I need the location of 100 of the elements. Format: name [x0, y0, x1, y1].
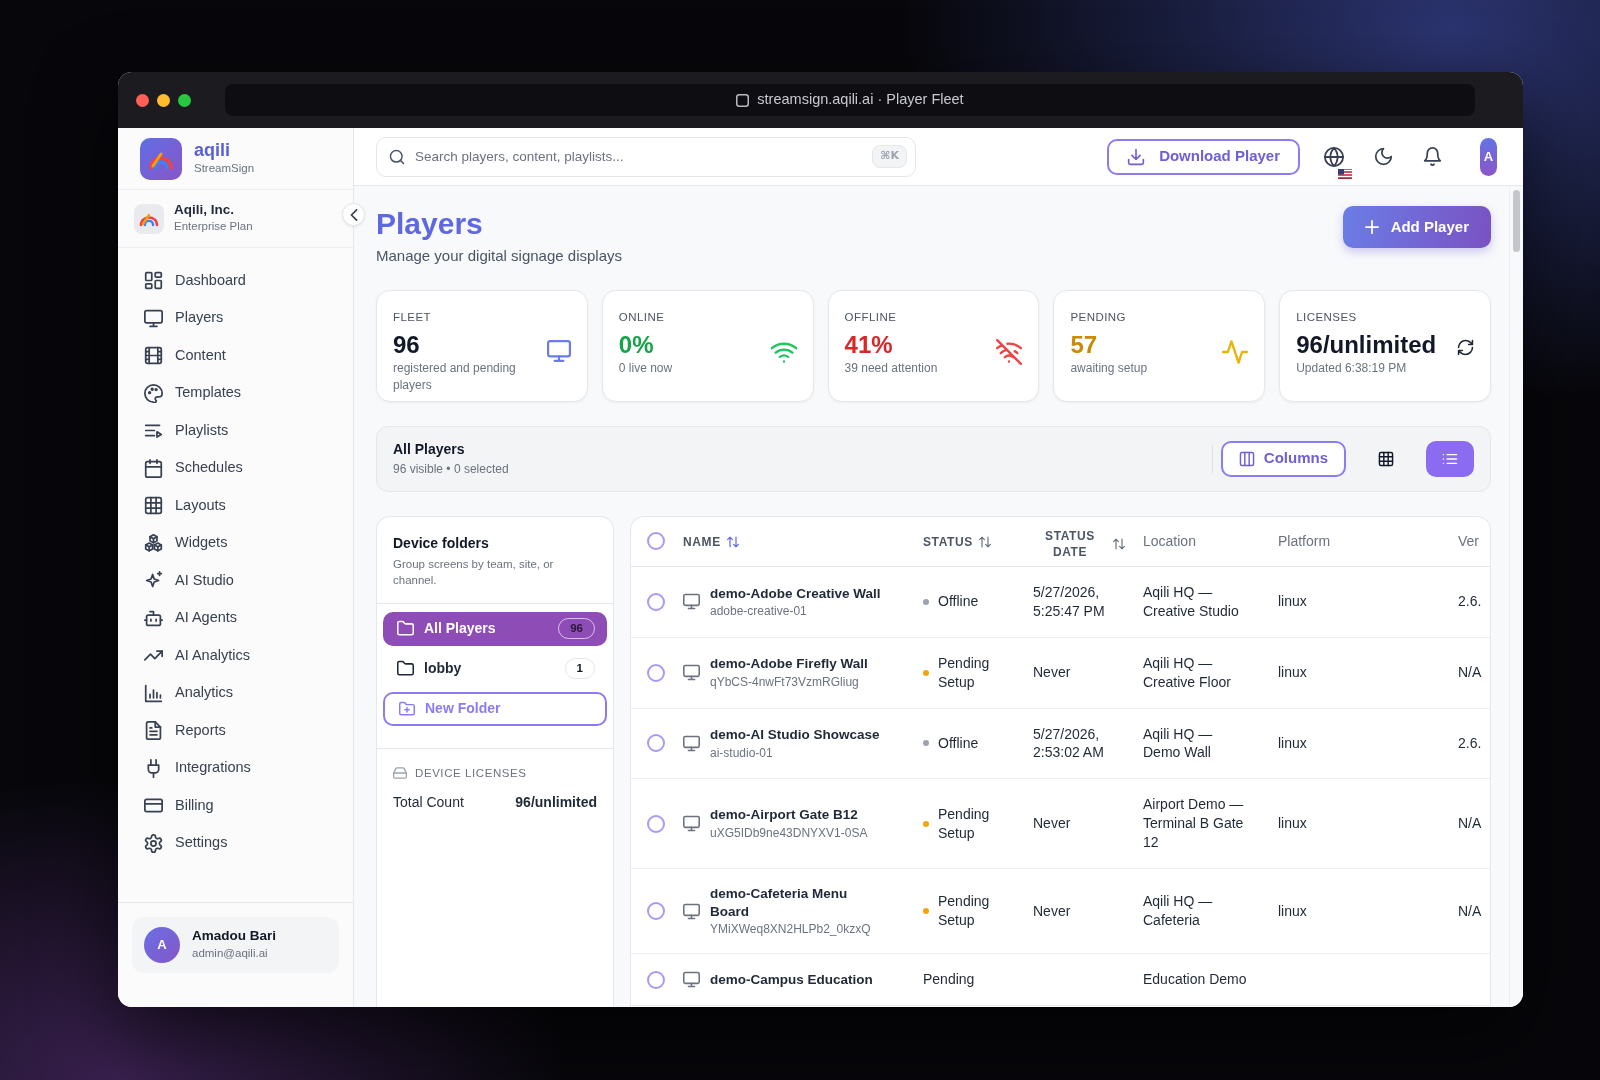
row-checkbox[interactable]	[647, 663, 665, 682]
folder-plus-icon	[399, 700, 415, 717]
location-text: Aqili HQ — Creative Studio	[1143, 583, 1240, 621]
calendar-icon	[144, 458, 163, 478]
location-text: Aqili HQ — Demo Wall	[1143, 724, 1214, 763]
bar-chart-icon	[144, 683, 163, 703]
sidebar-item[interactable]: Content	[130, 337, 341, 375]
stat-label: ONLINE	[618, 309, 666, 325]
player-name[interactable]: demo-AI Studio Showcase	[710, 726, 886, 744]
row-checkbox[interactable]	[647, 592, 665, 611]
download-button[interactable]: Download Player	[1107, 138, 1300, 175]
player-name[interactable]: demo-Campus Education	[710, 970, 886, 989]
player-name[interactable]: demo-Adobe Firefly Wall	[710, 655, 886, 673]
row-checkbox[interactable]	[647, 734, 665, 753]
sidebar-item[interactable]: Players	[130, 299, 341, 337]
sidebar-item[interactable]: AI Studio	[130, 562, 341, 600]
sidebar-item[interactable]: Dashboard	[130, 262, 341, 300]
close-dot-icon[interactable]	[136, 93, 149, 107]
column-header[interactable]: NAME	[683, 534, 739, 551]
monitor-icon	[683, 971, 700, 989]
status-text: Pending	[923, 970, 975, 990]
platform-text: linux	[1278, 814, 1307, 834]
sidebar-item[interactable]: Playlists	[130, 412, 341, 450]
platform-text: linux	[1278, 734, 1307, 753]
player-name[interactable]: demo-Airport Gate B12	[710, 806, 886, 824]
sidebar-item[interactable]: Billing	[130, 787, 341, 825]
panel-description: Group screens by team, site, or channel.	[393, 556, 555, 589]
column-header: Location	[1143, 532, 1196, 552]
scrollbar-thumb[interactable]	[1513, 190, 1520, 252]
row-checkbox[interactable]	[647, 814, 665, 833]
row-checkbox[interactable]	[647, 970, 665, 989]
select-all-checkbox[interactable]	[647, 532, 665, 551]
location-text: Airport Demo — Terminal B Gate 12	[1143, 795, 1245, 852]
stat-value: 41%	[844, 329, 894, 360]
player-name[interactable]: demo-Cafeteria Menu Board	[710, 885, 886, 921]
monitor-icon	[546, 338, 571, 363]
settings-icon	[144, 833, 163, 853]
folder-item[interactable]: lobby 1	[383, 651, 607, 686]
stat-caption: awaiting setup	[1070, 359, 1149, 377]
status-text: Offline	[938, 734, 979, 753]
column-header[interactable]: STATUS	[923, 534, 991, 551]
sidebar-item[interactable]: Widgets	[130, 524, 341, 562]
playlist-icon	[144, 421, 163, 441]
sidebar-item[interactable]: Layouts	[130, 487, 341, 525]
user-card[interactable]: A Amadou Bari admin@aqili.ai	[132, 917, 339, 973]
sidebar-item[interactable]: Integrations	[130, 749, 341, 787]
folder-count: 1	[564, 658, 595, 680]
hard-drive-icon	[393, 766, 407, 781]
sidebar-item[interactable]: Schedules	[130, 449, 341, 487]
player-id: ai-studio-01	[710, 744, 774, 761]
monitor-icon	[144, 308, 163, 328]
add-player-button[interactable]: Add Player	[1342, 206, 1491, 248]
license-value: 96/unlimited	[515, 793, 597, 813]
sidebar-item[interactable]: Reports	[130, 712, 341, 750]
grid-icon	[144, 496, 163, 516]
film-icon	[144, 346, 163, 366]
minimize-dot-icon[interactable]	[157, 93, 170, 107]
pulse-icon	[1222, 338, 1249, 365]
user-name: Amadou Bari	[192, 927, 276, 945]
monitor-icon	[683, 902, 700, 920]
folder-icon	[397, 620, 414, 638]
row-checkbox[interactable]	[647, 902, 665, 921]
column-header[interactable]: STATUS DATE	[1033, 527, 1125, 560]
search-input[interactable]: Search players, content, playlists...	[415, 141, 863, 172]
stat-caption: 39 need attention	[844, 359, 939, 377]
window-title: streamsign.aqili.ai · Player Fleet	[757, 90, 964, 110]
user-email: admin@aqili.ai	[192, 945, 269, 961]
monitor-icon	[683, 734, 700, 752]
player-name[interactable]: demo-Adobe Creative Wall	[710, 584, 886, 603]
user-avatar[interactable]: A	[1480, 137, 1497, 176]
monitor-icon	[683, 664, 700, 682]
status-date: 5/27/2026, 5:25:47 PM	[1033, 583, 1106, 621]
organization-logo-icon	[134, 203, 164, 234]
list-view-button[interactable]	[1426, 440, 1474, 477]
player-id: uXG5IDb9ne43DNYXV1-0SA	[710, 824, 869, 842]
maximize-dot-icon[interactable]	[178, 93, 191, 107]
columns-button[interactable]: Columns	[1220, 440, 1346, 477]
stat-caption: 0 live now	[618, 359, 674, 377]
address-bar[interactable]: streamsign.aqili.ai · Player Fleet	[225, 84, 1475, 116]
section-title: DEVICE LICENSES	[415, 765, 527, 781]
page-title: Players	[376, 206, 484, 242]
brand-name: aqili	[194, 139, 231, 161]
cubes-icon	[144, 533, 163, 553]
sidebar-item[interactable]: Templates	[130, 374, 341, 412]
stat-value: 96/unlimited	[1296, 329, 1438, 360]
stat-caption: registered and pending players	[393, 359, 517, 394]
status-date: Never	[1033, 663, 1072, 683]
folder-item[interactable]: All Players 96	[383, 611, 607, 646]
globe-icon[interactable]	[1324, 146, 1344, 167]
sidebar-item[interactable]: Analytics	[130, 674, 341, 712]
location-text: Aqili HQ — Creative Floor	[1143, 653, 1232, 692]
bell-icon[interactable]	[1423, 147, 1442, 166]
status-text: Pending Setup	[938, 653, 991, 692]
moon-icon[interactable]	[1374, 147, 1393, 166]
column-header: Platform	[1278, 532, 1331, 552]
sidebar-item[interactable]: AI Agents	[130, 599, 341, 637]
status-date: Never	[1033, 901, 1072, 921]
sidebar-item[interactable]: Settings	[130, 824, 341, 862]
sidebar-item[interactable]: AI Analytics	[130, 637, 341, 675]
monitor-icon	[683, 815, 700, 833]
